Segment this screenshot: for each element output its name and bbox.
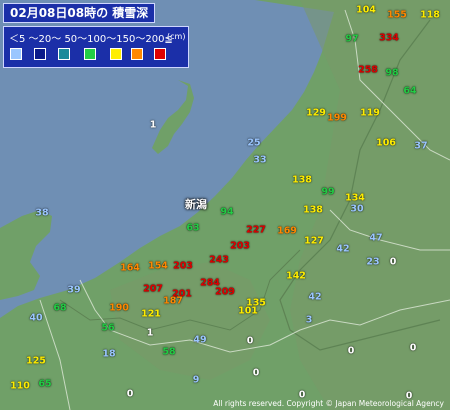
station-snow-depth: 1 <box>146 327 154 339</box>
station-snow-depth: 56 <box>101 322 115 334</box>
station-snow-depth: 40 <box>29 312 43 324</box>
station-snow-depth: 227 <box>246 224 266 236</box>
station-snow-depth: 154 <box>148 260 168 272</box>
station-snow-depth: 119 <box>360 107 380 119</box>
copyright-notice: All rights reserved. Copyright © Japan M… <box>213 399 444 408</box>
station-snow-depth: 25 <box>247 137 261 149</box>
station-snow-depth: 98 <box>385 67 399 79</box>
legend-swatch-100-150 <box>110 48 122 60</box>
legend-swatch-5-20 <box>34 48 46 60</box>
station-snow-depth: 23 <box>366 256 380 268</box>
legend-swatch-20-50 <box>58 48 70 60</box>
station-snow-depth: 155 <box>387 9 407 21</box>
station-snow-depth: 42 <box>308 291 322 303</box>
station-snow-depth: 68 <box>53 302 67 314</box>
station-snow-depth: 18 <box>102 348 116 360</box>
station-snow-depth: 258 <box>358 64 378 76</box>
legend-swatch-50-100 <box>84 48 96 60</box>
station-snow-depth: 37 <box>414 140 428 152</box>
station-snow-depth: 30 <box>350 203 364 215</box>
station-snow-depth: 0 <box>246 335 254 347</box>
station-snow-depth: 138 <box>303 204 323 216</box>
station-snow-depth: 0 <box>347 345 355 357</box>
legend-unit: (cm) <box>167 32 186 41</box>
station-snow-depth: 164 <box>120 262 140 274</box>
legend-scale-text: ＜5 〜20〜 50〜100〜150〜200≦ <box>9 34 173 45</box>
station-snow-depth: 127 <box>304 235 324 247</box>
legend-panel: ＜5 〜20〜 50〜100〜150〜200≦ (cm) <box>3 26 189 68</box>
legend-swatch-under-5 <box>10 48 22 60</box>
station-snow-depth: 104 <box>356 4 376 16</box>
station-snow-depth: 125 <box>26 355 46 367</box>
legend-swatch-200-plus <box>154 48 166 60</box>
station-snow-depth: 209 <box>215 286 235 298</box>
station-snow-depth: 129 <box>306 107 326 119</box>
station-snow-depth: 3 <box>305 314 313 326</box>
station-snow-depth: 134 <box>345 192 365 204</box>
station-snow-depth: 203 <box>230 240 250 252</box>
station-snow-depth: 0 <box>252 367 260 379</box>
station-snow-depth: 1 <box>149 119 157 131</box>
station-snow-depth: 142 <box>286 270 306 282</box>
station-snow-depth: 106 <box>376 137 396 149</box>
station-snow-depth: 49 <box>193 334 207 346</box>
station-snow-depth: 121 <box>141 308 161 320</box>
station-snow-depth: 65 <box>38 378 52 390</box>
station-snow-depth: 38 <box>35 207 49 219</box>
station-snow-depth: 94 <box>220 206 234 218</box>
station-snow-depth: 138 <box>292 174 312 186</box>
station-snow-depth: 187 <box>163 295 183 307</box>
city-label-niigata: 新潟 <box>185 198 207 211</box>
station-snow-depth: 39 <box>67 284 81 296</box>
station-snow-depth: 0 <box>409 342 417 354</box>
station-snow-depth: 207 <box>143 283 163 295</box>
station-snow-depth: 334 <box>379 32 399 44</box>
station-snow-depth: 243 <box>209 254 229 266</box>
station-snow-depth: 9 <box>192 374 200 386</box>
station-snow-depth: 42 <box>336 243 350 255</box>
snow-depth-map: 02月08日08時の 積雪深 ＜5 〜20〜 50〜100〜150〜200≦ (… <box>0 0 450 410</box>
map-title: 02月08日08時の 積雪深 <box>3 3 156 23</box>
station-snow-depth: 0 <box>126 388 134 400</box>
legend-swatch-150-200 <box>131 48 143 60</box>
station-snow-depth: 58 <box>162 346 176 358</box>
station-snow-depth: 169 <box>277 225 297 237</box>
station-snow-depth: 47 <box>369 232 383 244</box>
station-snow-depth: 101 <box>238 305 258 317</box>
station-snow-depth: 110 <box>10 380 30 392</box>
station-snow-depth: 99 <box>321 186 335 198</box>
station-snow-depth: 203 <box>173 260 193 272</box>
station-snow-depth: 199 <box>327 112 347 124</box>
station-snow-depth: 118 <box>420 9 440 21</box>
station-snow-depth: 97 <box>345 33 359 45</box>
station-snow-depth: 64 <box>403 85 417 97</box>
station-snow-depth: 0 <box>389 256 397 268</box>
station-snow-depth: 33 <box>253 154 267 166</box>
station-snow-depth: 190 <box>109 302 129 314</box>
station-snow-depth: 63 <box>186 222 200 234</box>
